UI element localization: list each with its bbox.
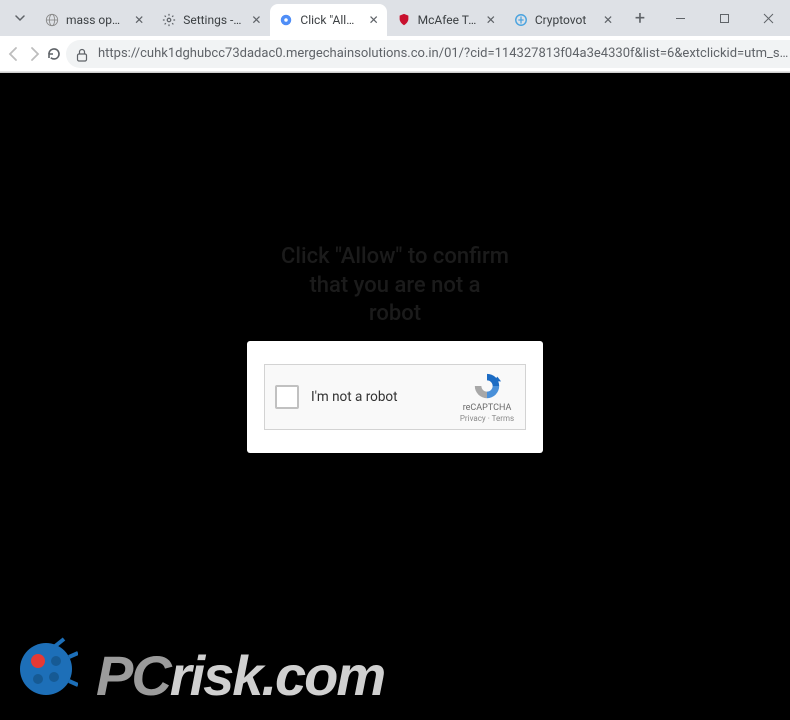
watermark: PCrisk.com xyxy=(14,637,384,714)
tabstrip: mass opener ✕ Settings - Notif ✕ Click "… xyxy=(0,0,790,36)
recaptcha-legal[interactable]: Privacy · Terms xyxy=(459,414,515,424)
gear-icon xyxy=(161,12,177,28)
watermark-prefix: PC xyxy=(96,644,170,707)
reload-button[interactable] xyxy=(46,40,62,68)
chevron-down-icon xyxy=(15,13,25,23)
new-tab-button[interactable]: + xyxy=(626,4,654,32)
watermark-suffix: risk.com xyxy=(170,644,384,707)
globe-icon xyxy=(44,12,60,28)
close-icon[interactable]: ✕ xyxy=(249,13,263,27)
back-button[interactable] xyxy=(6,40,22,68)
reload-icon xyxy=(46,46,62,62)
browser-chrome: mass opener ✕ Settings - Notif ✕ Click "… xyxy=(0,0,790,73)
minimize-button[interactable] xyxy=(658,0,702,36)
recaptcha-name: reCAPTCHA xyxy=(459,403,515,414)
close-icon xyxy=(763,13,774,24)
page-content: Click "Allow" to confirm that you are no… xyxy=(0,73,790,720)
tab-click-allow[interactable]: Click "Allow" ✕ xyxy=(270,4,386,36)
minimize-icon xyxy=(675,13,686,24)
tab-cryptovot[interactable]: Cryptovot ✕ xyxy=(505,4,621,36)
recaptcha-icon xyxy=(472,371,502,401)
logo-icon xyxy=(14,637,78,714)
close-icon[interactable]: ✕ xyxy=(601,13,615,27)
recaptcha-checkbox[interactable] xyxy=(275,385,299,409)
watermark-text: PCrisk.com xyxy=(96,643,384,708)
tab-title: Settings - Notif xyxy=(183,13,243,27)
address-bar[interactable]: https://cuhk1dghubcc73dadac0.mergechains… xyxy=(66,40,790,68)
arrow-right-icon xyxy=(26,46,42,62)
recaptcha-widget: I'm not a robot reCAPTCHA Privacy · Term… xyxy=(264,364,526,430)
close-icon[interactable]: ✕ xyxy=(132,13,146,27)
tab-mcafee[interactable]: McAfee Total S ✕ xyxy=(388,4,504,36)
arrow-left-icon xyxy=(6,46,22,62)
tab-title: McAfee Total S xyxy=(418,13,478,27)
forward-button[interactable] xyxy=(26,40,42,68)
close-window-button[interactable] xyxy=(746,0,790,36)
close-icon[interactable]: ✕ xyxy=(484,13,498,27)
recaptcha-brand: reCAPTCHA Privacy · Terms xyxy=(459,371,515,423)
recaptcha-label: I'm not a robot xyxy=(311,389,447,405)
shield-icon xyxy=(396,12,412,28)
coin-icon xyxy=(513,12,529,28)
tab-settings[interactable]: Settings - Notif ✕ xyxy=(153,4,269,36)
tab-title: mass opener xyxy=(66,13,126,27)
maximize-icon xyxy=(719,13,730,24)
captcha-card: I'm not a robot reCAPTCHA Privacy · Term… xyxy=(247,341,543,453)
tab-title: Cryptovot xyxy=(535,13,595,27)
url-text: https://cuhk1dghubcc73dadac0.mergechains… xyxy=(98,46,788,61)
lock-icon xyxy=(76,47,90,61)
toolbar: https://cuhk1dghubcc73dadac0.mergechains… xyxy=(0,36,790,72)
tab-title: Click "Allow" xyxy=(300,13,360,27)
maximize-button[interactable] xyxy=(702,0,746,36)
close-icon[interactable]: ✕ xyxy=(367,13,381,27)
window-controls xyxy=(658,0,790,36)
tab-mass-opener[interactable]: mass opener ✕ xyxy=(36,4,152,36)
instruction-text: Click "Allow" to confirm that you are no… xyxy=(0,243,790,329)
tab-search-button[interactable] xyxy=(8,6,32,30)
page-icon xyxy=(278,12,294,28)
